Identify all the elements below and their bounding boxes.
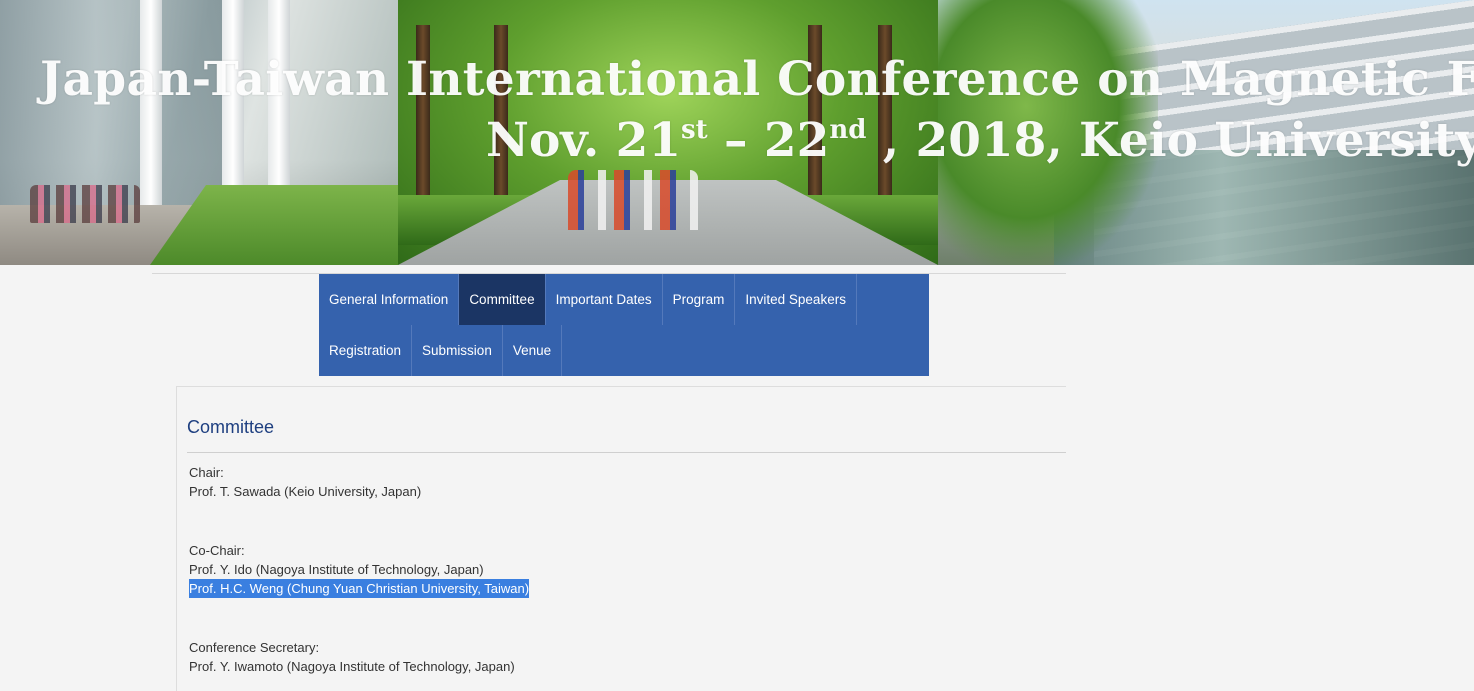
nav-item-registration[interactable]: Registration bbox=[319, 325, 413, 376]
nav-item-venue[interactable]: Venue bbox=[503, 325, 563, 376]
title-divider bbox=[187, 452, 1066, 453]
date-start: Nov. 21 bbox=[486, 113, 682, 168]
nav-item-important-dates[interactable]: Important Dates bbox=[546, 274, 663, 325]
section-heading: Chair: bbox=[189, 465, 224, 480]
chair-section: Chair: Prof. T. Sawada (Keio University,… bbox=[189, 463, 421, 501]
campus-photo-left bbox=[0, 0, 398, 265]
nav-item-invited-speakers[interactable]: Invited Speakers bbox=[735, 274, 857, 325]
nav-item-program[interactable]: Program bbox=[663, 274, 736, 325]
header-banner: Japan-Taiwan International Conference on… bbox=[0, 0, 1474, 265]
date-end-suffix: nd bbox=[829, 115, 867, 145]
committee-content: Committee Chair: Prof. T. Sawada (Keio U… bbox=[176, 386, 1066, 691]
committee-member: Prof. Y. Iwamoto (Nagoya Institute of Te… bbox=[189, 659, 515, 674]
committee-member-selected: Prof. H.C. Weng (Chung Yuan Christian Un… bbox=[189, 579, 530, 598]
date-end: – 22 bbox=[707, 113, 830, 168]
nav-item-general-information[interactable]: General Information bbox=[319, 274, 460, 325]
section-heading: Co-Chair: bbox=[189, 543, 245, 558]
secretary-section: Conference Secretary: Prof. Y. Iwamoto (… bbox=[189, 638, 515, 676]
cochair-section: Co-Chair: Prof. Y. Ido (Nagoya Institute… bbox=[189, 541, 530, 598]
nav-item-committee[interactable]: Committee bbox=[459, 274, 546, 325]
section-heading: Conference Secretary: bbox=[189, 640, 320, 655]
page-title: Committee bbox=[187, 417, 275, 437]
committee-member: Prof. T. Sawada (Keio University, Japan) bbox=[189, 484, 422, 499]
nav-item-submission[interactable]: Submission bbox=[412, 325, 503, 376]
main-navigation: General Information Committee Important … bbox=[319, 274, 929, 376]
conference-title: Japan-Taiwan International Conference on… bbox=[40, 52, 1474, 107]
conference-date-venue: Nov. 21st – 22nd , 2018, Keio University… bbox=[486, 113, 1474, 168]
seated-students bbox=[30, 185, 140, 223]
nav-row-1: General Information Committee Important … bbox=[319, 274, 929, 325]
walking-students bbox=[568, 170, 698, 230]
committee-member: Prof. Y. Ido (Nagoya Institute of Techno… bbox=[189, 562, 484, 577]
nav-row-2: Registration Submission Venue bbox=[319, 325, 929, 376]
date-start-suffix: st bbox=[681, 115, 708, 145]
year-venue: , 2018, Keio University, Japan bbox=[882, 113, 1474, 168]
